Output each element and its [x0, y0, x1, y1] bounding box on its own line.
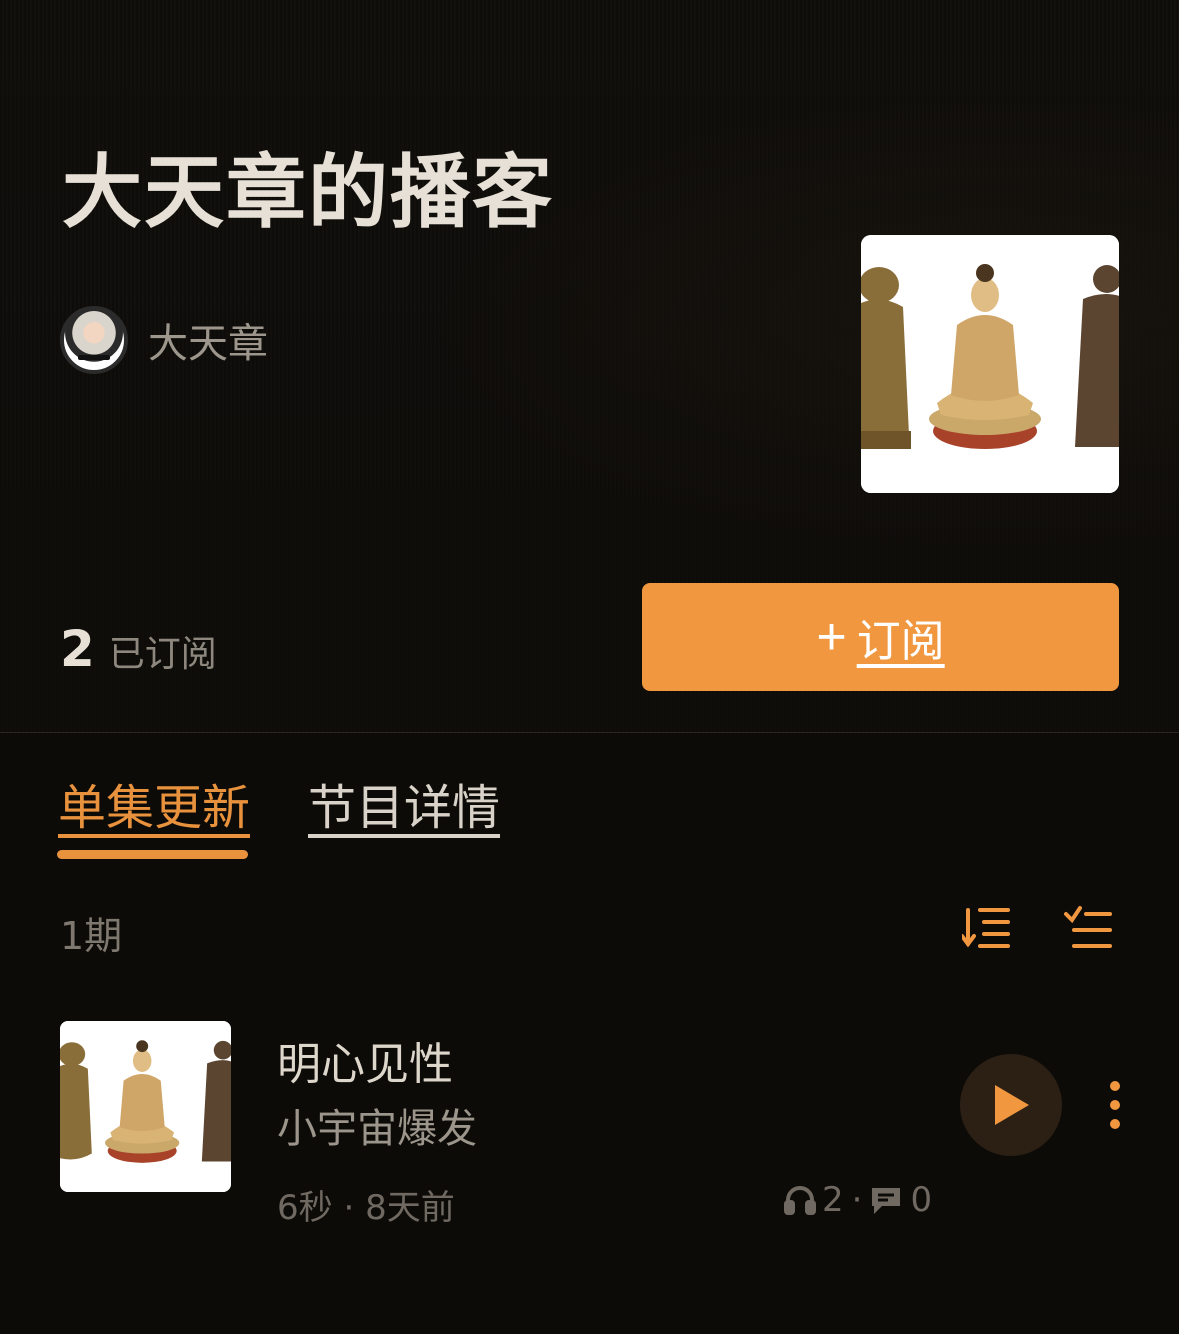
- meta-separator: ·: [343, 1188, 366, 1228]
- episode-thumbnail[interactable]: [60, 1021, 231, 1192]
- divider: [0, 732, 1179, 733]
- tab-details[interactable]: 节目详情: [308, 768, 500, 838]
- author-avatar[interactable]: [60, 306, 128, 374]
- episode-meta: 6秒 · 8天前: [277, 1180, 455, 1229]
- episode-duration: 6秒: [277, 1188, 333, 1228]
- more-vertical-icon[interactable]: [1100, 1080, 1130, 1130]
- subscriber-count: 2 已订阅: [60, 620, 217, 678]
- play-icon: [995, 1085, 1029, 1125]
- episode-title[interactable]: 明心见性: [277, 1028, 453, 1092]
- author-row[interactable]: 大天章: [60, 306, 268, 374]
- episode-count: 1期: [60, 914, 123, 958]
- subscriber-number: 2: [60, 620, 95, 678]
- episode-stats: 2 · 0: [784, 1180, 932, 1220]
- episode-published: 8天前: [365, 1188, 455, 1228]
- subscribe-button[interactable]: + 订阅: [642, 583, 1119, 691]
- podcast-cover: [861, 235, 1119, 493]
- play-count: 2: [822, 1180, 844, 1220]
- headphones-icon: [784, 1184, 816, 1216]
- play-button[interactable]: [960, 1054, 1062, 1156]
- active-tab-indicator: [57, 850, 248, 859]
- episode-subtitle: 小宇宙爆发: [277, 1106, 477, 1152]
- stats-separator: ·: [851, 1180, 863, 1220]
- comment-count: 0: [910, 1180, 933, 1220]
- plus-icon: +: [816, 608, 847, 666]
- tab-episodes[interactable]: 单集更新: [58, 768, 250, 838]
- subscriber-label: 已订阅: [108, 634, 217, 675]
- podcast-title: 大天章的播客: [62, 146, 554, 239]
- author-name[interactable]: 大天章: [148, 311, 268, 369]
- checklist-icon[interactable]: [1064, 904, 1112, 952]
- comment-icon: [870, 1184, 902, 1216]
- sort-icon[interactable]: [960, 904, 1010, 952]
- subscribe-label: 订阅: [856, 617, 945, 666]
